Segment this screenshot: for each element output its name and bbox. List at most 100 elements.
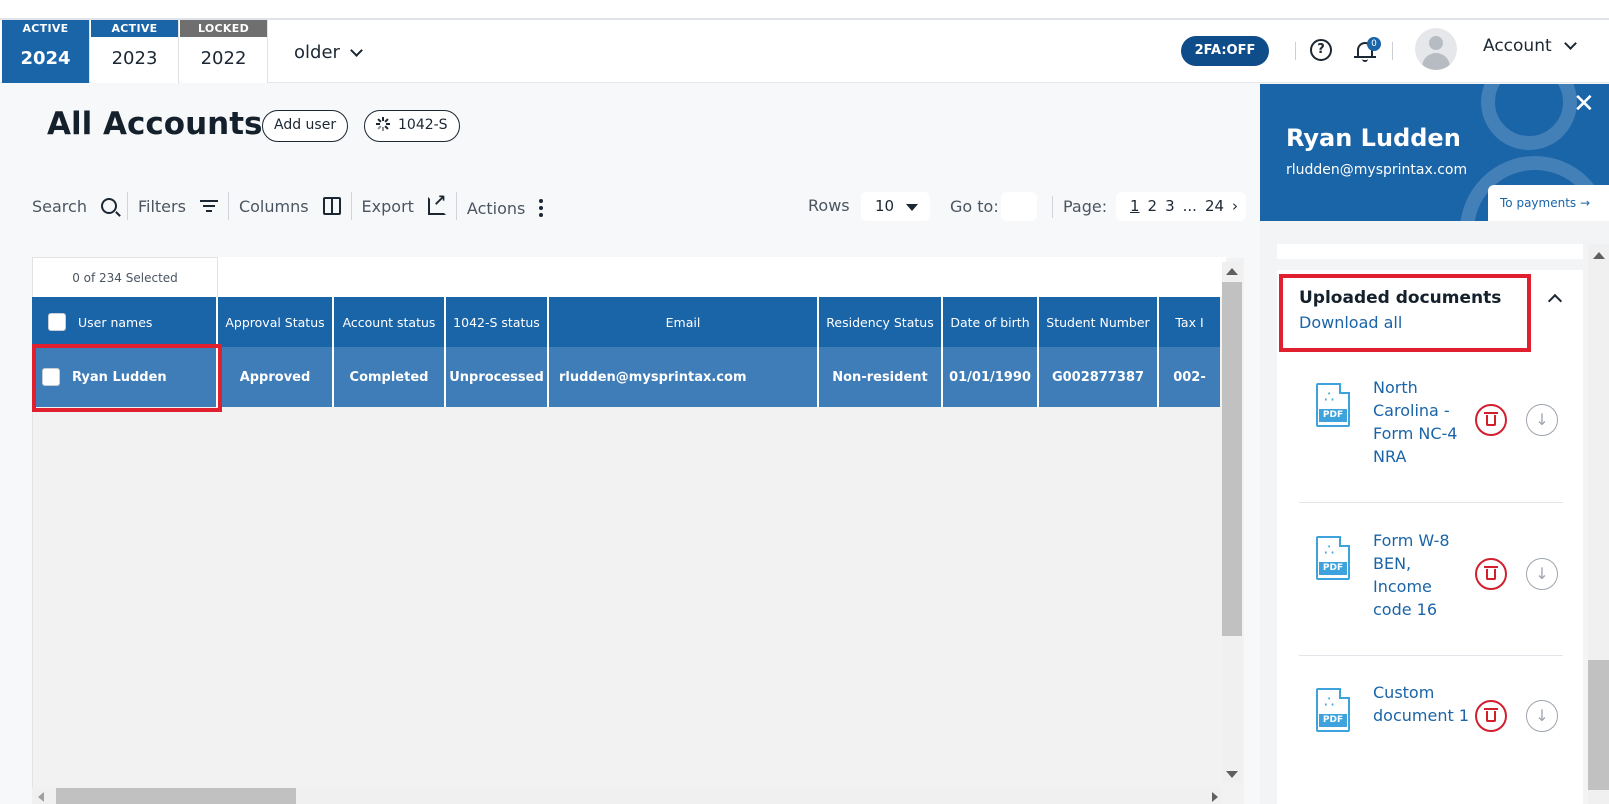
table-horizontal-scrollbar[interactable] <box>32 788 1222 804</box>
filters-button[interactable]: Filters <box>128 192 229 220</box>
selected-count: 0 of 234 Selected <box>32 257 218 297</box>
document-name-link[interactable]: Form W-8 BEN, Income code 16 <box>1373 529 1469 621</box>
export-button[interactable]: Export <box>352 191 457 220</box>
search-button[interactable]: Search <box>32 192 128 220</box>
next-page-icon[interactable]: › <box>1232 192 1238 221</box>
panel-header: Ryan Ludden rludden@mysprintax.com ✕ To … <box>1260 84 1609 221</box>
caret-down-icon <box>906 204 918 211</box>
page-link[interactable]: 1 <box>1130 192 1140 221</box>
document-item: ∴ PDF North Carolina - Form NC-4 NRA ↓ <box>1299 376 1565 526</box>
scroll-up-icon[interactable] <box>1593 252 1605 259</box>
delete-document-button[interactable] <box>1475 700 1507 732</box>
window-top-strip <box>0 0 1609 20</box>
column-header-approval-status[interactable]: Approval Status <box>218 297 334 347</box>
delete-document-button[interactable] <box>1475 404 1507 436</box>
scroll-down-icon[interactable] <box>1226 771 1238 778</box>
download-document-button[interactable]: ↓ <box>1526 700 1558 732</box>
form-filter-button[interactable]: 1042-S <box>364 110 460 142</box>
pdf-file-icon: ∴ PDF <box>1316 688 1350 732</box>
scrollbar-thumb[interactable] <box>1588 660 1609 790</box>
column-header-email[interactable]: Email <box>549 297 819 347</box>
to-payments-link[interactable]: To payments → <box>1488 185 1609 221</box>
page-title: All Accounts <box>47 106 263 142</box>
document-name-link[interactable]: Custom document 1 <box>1373 681 1469 727</box>
cell-student-number: G002877387 <box>1039 347 1159 407</box>
rows-label: Rows <box>808 196 850 215</box>
goto-page-input[interactable] <box>1001 192 1037 221</box>
year-tab-2024[interactable]: ACTIVE 2024 <box>2 20 90 83</box>
table-header-row: User names Approval Status Account statu… <box>32 297 1220 347</box>
download-document-button[interactable]: ↓ <box>1526 404 1558 436</box>
column-header-residency-status[interactable]: Residency Status <box>819 297 943 347</box>
select-all-checkbox[interactable] <box>48 313 66 331</box>
notifications-count-badge: 0 <box>1367 37 1381 51</box>
divider <box>1299 655 1563 656</box>
search-icon <box>100 198 117 214</box>
columns-icon <box>322 197 341 215</box>
pdf-page-fold <box>1339 383 1350 394</box>
highlight-box <box>32 344 222 412</box>
rows-per-page-select[interactable]: 10 <box>861 192 930 221</box>
trash-lid <box>1484 708 1498 710</box>
pagination: 1 2 3 ... 24 › <box>1116 192 1246 221</box>
column-header-user-names[interactable]: User names <box>32 297 218 347</box>
column-header-student-number[interactable]: Student Number <box>1039 297 1159 347</box>
download-document-button[interactable]: ↓ <box>1526 558 1558 590</box>
rows-value: 10 <box>875 197 895 215</box>
scroll-left-icon[interactable] <box>38 792 44 802</box>
page-label: Page: <box>1063 197 1108 216</box>
scroll-up-icon[interactable] <box>1226 268 1238 275</box>
columns-button[interactable]: Columns <box>229 192 352 220</box>
loading-spinner-icon <box>376 117 390 131</box>
cell-email: rludden@mysprintax.com <box>549 347 819 407</box>
year-tab-2022[interactable]: LOCKED 2022 <box>180 20 268 83</box>
page-link[interactable]: 24 <box>1205 192 1224 221</box>
decorative-ring <box>1481 84 1577 150</box>
avatar-shoulders <box>1422 53 1450 70</box>
add-user-button[interactable]: Add user <box>262 110 349 142</box>
divider <box>1052 196 1053 218</box>
chevron-down-icon <box>350 43 363 57</box>
document-name-link[interactable]: North Carolina - Form NC-4 NRA <box>1373 376 1469 468</box>
table-top-bar <box>218 257 1226 297</box>
close-icon[interactable]: ✕ <box>1573 90 1595 118</box>
chevron-down-icon <box>1563 37 1577 50</box>
column-header-label: User names <box>78 314 153 330</box>
trash-icon <box>1486 569 1496 580</box>
scrollbar-thumb[interactable] <box>1222 282 1242 636</box>
pdf-page-fold <box>1339 688 1350 699</box>
account-menu[interactable]: Account <box>1483 36 1577 56</box>
scrollbar-thumb[interactable] <box>56 788 296 804</box>
more-vertical-icon <box>539 199 544 217</box>
help-icon[interactable]: ? <box>1310 39 1332 61</box>
pdf-label: PDF <box>1319 714 1347 727</box>
download-arrow-icon: ↓ <box>1535 706 1549 725</box>
notifications-bell-icon[interactable]: 0 <box>1354 37 1381 64</box>
actions-button[interactable]: Actions <box>457 192 553 220</box>
scroll-right-icon[interactable] <box>1212 792 1218 802</box>
column-header-tax-id[interactable]: Tax I <box>1159 297 1220 347</box>
column-header-1042s-status[interactable]: 1042-S status <box>446 297 549 347</box>
older-years-dropdown[interactable]: older <box>294 42 363 63</box>
column-header-date-of-birth[interactable]: Date of birth <box>943 297 1039 347</box>
twofa-status-button[interactable]: 2FA:OFF <box>1181 36 1269 66</box>
cell-date-of-birth: 01/01/1990 <box>943 347 1039 407</box>
page-link[interactable]: 3 <box>1165 192 1175 221</box>
top-bar: ACTIVE 2024 ACTIVE 2023 LOCKED 2022 olde… <box>0 20 1609 83</box>
trash-icon <box>1486 711 1496 722</box>
highlight-box <box>1279 274 1531 352</box>
account-label: Account <box>1483 36 1552 56</box>
pdf-page-fold <box>1339 536 1350 547</box>
year-tab-status: LOCKED <box>180 20 267 37</box>
column-header-account-status[interactable]: Account status <box>334 297 446 347</box>
year-tab-2023[interactable]: ACTIVE 2023 <box>91 20 179 83</box>
avatar[interactable] <box>1415 28 1457 70</box>
table-vertical-scrollbar[interactable] <box>1222 262 1242 782</box>
form-filter-label: 1042-S <box>398 117 448 133</box>
panel-vertical-scrollbar[interactable] <box>1588 244 1609 804</box>
actions-label: Actions <box>466 198 526 218</box>
table-toolbar: Search Filters Columns Export Actions <box>32 191 553 220</box>
page-link[interactable]: 2 <box>1148 192 1158 221</box>
delete-document-button[interactable] <box>1475 558 1507 590</box>
panel-user-email: rludden@mysprintax.com <box>1286 162 1468 178</box>
